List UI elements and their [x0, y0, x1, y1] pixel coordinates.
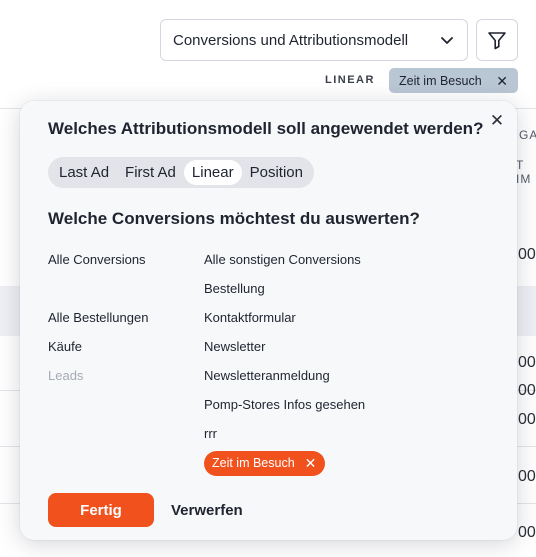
conversion-item[interactable]: Bestellung: [204, 281, 365, 310]
chip-label: Zeit im Besuch: [399, 73, 482, 88]
conversion-group-list: Alle Conversions Alle Bestellungen Käufe…: [48, 252, 148, 397]
cell-value-fragment: 00: [518, 382, 536, 399]
close-icon[interactable]: ✕: [305, 456, 317, 470]
column-header-fragment: GA: [519, 128, 536, 142]
attribution-popover: ✕ Welches Attributionsmodell soll angewe…: [20, 101, 517, 540]
selected-conversion-chip[interactable]: Zeit im Besuch ✕: [204, 450, 326, 476]
cell-value-fragment: 00: [518, 354, 536, 371]
attribution-model-switch: Last Ad First Ad Linear Position: [48, 157, 314, 188]
chip-label: Zeit im Besuch: [212, 456, 295, 470]
conversions-model-select[interactable]: Conversions und Attributionsmodell: [160, 19, 468, 61]
group-all-conversions[interactable]: Alle Conversions: [48, 252, 148, 281]
done-button[interactable]: Fertig: [48, 493, 154, 527]
filter-button[interactable]: [476, 19, 518, 61]
cell-value-fragment: 00: [518, 468, 536, 485]
model-option-linear[interactable]: Linear: [183, 160, 242, 185]
cell-value-fragment: 00: [518, 524, 536, 541]
group-all-orders[interactable]: Alle Bestellungen: [48, 310, 148, 339]
close-icon[interactable]: ✕: [496, 74, 508, 88]
conversion-list: Alle sonstigen Conversions Bestellung Ko…: [204, 252, 365, 484]
cell-value-fragment: 00: [518, 411, 536, 428]
conversion-item[interactable]: Newsletteranmeldung: [204, 368, 365, 397]
filter-icon: [488, 32, 506, 50]
active-filter-chip[interactable]: Zeit im Besuch ✕: [389, 68, 518, 93]
model-option-position[interactable]: Position: [242, 160, 311, 185]
model-question: Welches Attributionsmodell soll angewend…: [48, 119, 484, 138]
conversion-item[interactable]: Pomp-Stores Infos gesehen: [204, 397, 365, 426]
discard-button[interactable]: Verwerfen: [171, 493, 243, 527]
conversion-item[interactable]: Newsletter: [204, 339, 365, 368]
conversion-item[interactable]: Kontaktformular: [204, 310, 365, 339]
active-model-label: LINEAR: [325, 74, 375, 86]
select-value: Conversions und Attributionsmodell: [173, 31, 409, 49]
column-header-fragment: T IM: [516, 158, 532, 186]
group-purchases[interactable]: Käufe: [48, 339, 148, 368]
group-leads: Leads: [48, 368, 84, 383]
selected-conversion-row: Zeit im Besuch ✕: [204, 450, 365, 484]
model-option-first-ad[interactable]: First Ad: [117, 160, 184, 185]
conversion-item[interactable]: Alle sonstigen Conversions: [204, 252, 365, 281]
conversions-question: Welche Conversions möchtest du auswerten…: [48, 209, 420, 228]
chevron-down-icon: [441, 37, 453, 44]
cell-value-fragment: 00: [518, 246, 536, 263]
model-option-last-ad[interactable]: Last Ad: [51, 160, 117, 185]
close-icon[interactable]: ✕: [487, 111, 507, 131]
